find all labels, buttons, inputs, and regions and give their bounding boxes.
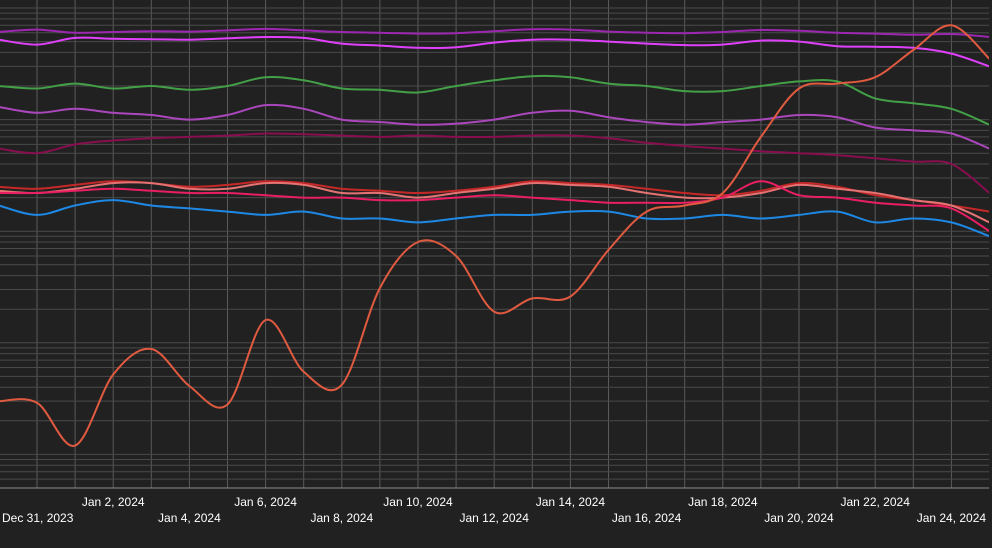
x-tick-label: Jan 18, 2024 — [688, 495, 758, 509]
x-tick-label: Jan 20, 2024 — [764, 511, 834, 525]
line-chart: Dec 31, 2023 Jan 2, 2024 Jan 4, 2024 Jan 6,… — [0, 0, 992, 548]
x-tick-label: Jan 2, 2024 — [82, 495, 145, 509]
x-tick-label: Jan 10, 2024 — [383, 495, 453, 509]
x-tick-label: Jan 22, 2024 — [840, 495, 910, 509]
x-tick-label: Jan 8, 2024 — [310, 511, 373, 525]
x-tick-label: Jan 4, 2024 — [158, 511, 221, 525]
x-tick-label: Jan 12, 2024 — [459, 511, 529, 525]
x-tick-label: Jan 14, 2024 — [536, 495, 606, 509]
x-tick-label: Jan 16, 2024 — [612, 511, 682, 525]
x-tick-label: Dec 31, 2023 — [2, 511, 74, 525]
x-tick-label: Jan 6, 2024 — [234, 495, 297, 509]
x-tick-label: Jan 24, 2024 — [917, 511, 987, 525]
